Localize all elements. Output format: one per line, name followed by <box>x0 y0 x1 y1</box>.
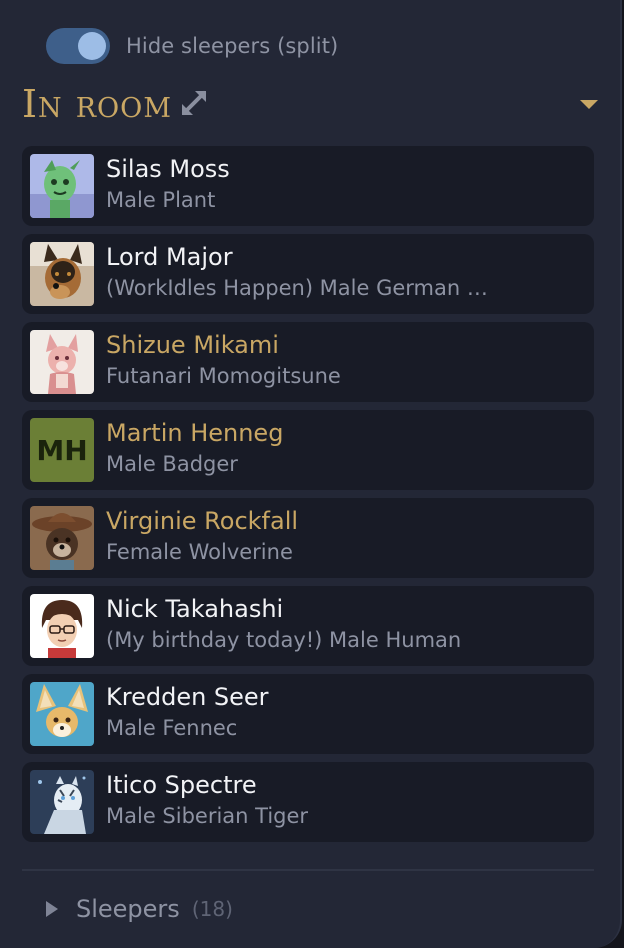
room-panel: Hide sleepers (split) In room Silas Moss… <box>0 0 622 948</box>
character-card[interactable]: MH Martin Henneg Male Badger <box>22 410 594 490</box>
caret-right-icon <box>46 901 58 917</box>
character-card[interactable]: Silas Moss Male Plant <box>22 146 594 226</box>
character-card[interactable]: Kredden Seer Male Fennec <box>22 674 594 754</box>
section-title: In room <box>22 82 172 126</box>
avatar <box>30 330 94 394</box>
character-subtitle: Male Badger <box>106 452 238 476</box>
character-card[interactable]: Nick Takahashi (My birthday today!) Male… <box>22 586 594 666</box>
triangle-down-icon[interactable] <box>580 100 598 109</box>
sleepers-label: Sleepers <box>76 895 180 923</box>
avatar <box>30 154 94 218</box>
hide-sleepers-label: Hide sleepers (split) <box>126 34 339 58</box>
character-name: Itico Spectre <box>106 771 257 799</box>
character-name: Martin Henneg <box>106 419 284 447</box>
in-room-header: In room <box>22 78 602 130</box>
avatar <box>30 594 94 658</box>
toggle-knob <box>78 32 106 60</box>
character-name: Silas Moss <box>106 155 230 183</box>
character-card[interactable]: Itico Spectre Male Siberian Tiger <box>22 762 594 842</box>
character-name: Kredden Seer <box>106 683 269 711</box>
sleepers-count: (18) <box>191 897 233 921</box>
avatar-initials: MH <box>30 418 94 482</box>
character-subtitle: Female Wolverine <box>106 540 293 564</box>
avatar <box>30 242 94 306</box>
character-subtitle: Male Fennec <box>106 716 238 740</box>
character-list: Silas Moss Male Plant Lord Major (WorkId… <box>22 146 594 850</box>
section-divider <box>22 869 594 871</box>
character-card[interactable]: Lord Major (WorkIdles Happen) Male Germa… <box>22 234 594 314</box>
hide-sleepers-toggle[interactable] <box>46 28 110 64</box>
character-subtitle: Male Plant <box>106 188 216 212</box>
character-subtitle: Futanari Momogitsune <box>106 364 341 388</box>
character-subtitle: Male Siberian Tiger <box>106 804 309 828</box>
sleepers-disclosure[interactable]: Sleepers (18) <box>46 892 233 926</box>
character-subtitle: (My birthday today!) Male Human <box>106 628 462 652</box>
character-subtitle: (WorkIdles Happen) Male German … <box>106 276 488 300</box>
character-name: Nick Takahashi <box>106 595 284 623</box>
avatar <box>30 682 94 746</box>
character-card[interactable]: Shizue Mikami Futanari Momogitsune <box>22 322 594 402</box>
expand-arrows-icon[interactable] <box>177 86 211 120</box>
character-name: Lord Major <box>106 243 233 271</box>
avatar <box>30 506 94 570</box>
character-name: Virginie Rockfall <box>106 507 299 535</box>
character-card[interactable]: Virginie Rockfall Female Wolverine <box>22 498 594 578</box>
hide-sleepers-toggle-row[interactable]: Hide sleepers (split) <box>46 28 338 64</box>
avatar <box>30 770 94 834</box>
character-name: Shizue Mikami <box>106 331 279 359</box>
